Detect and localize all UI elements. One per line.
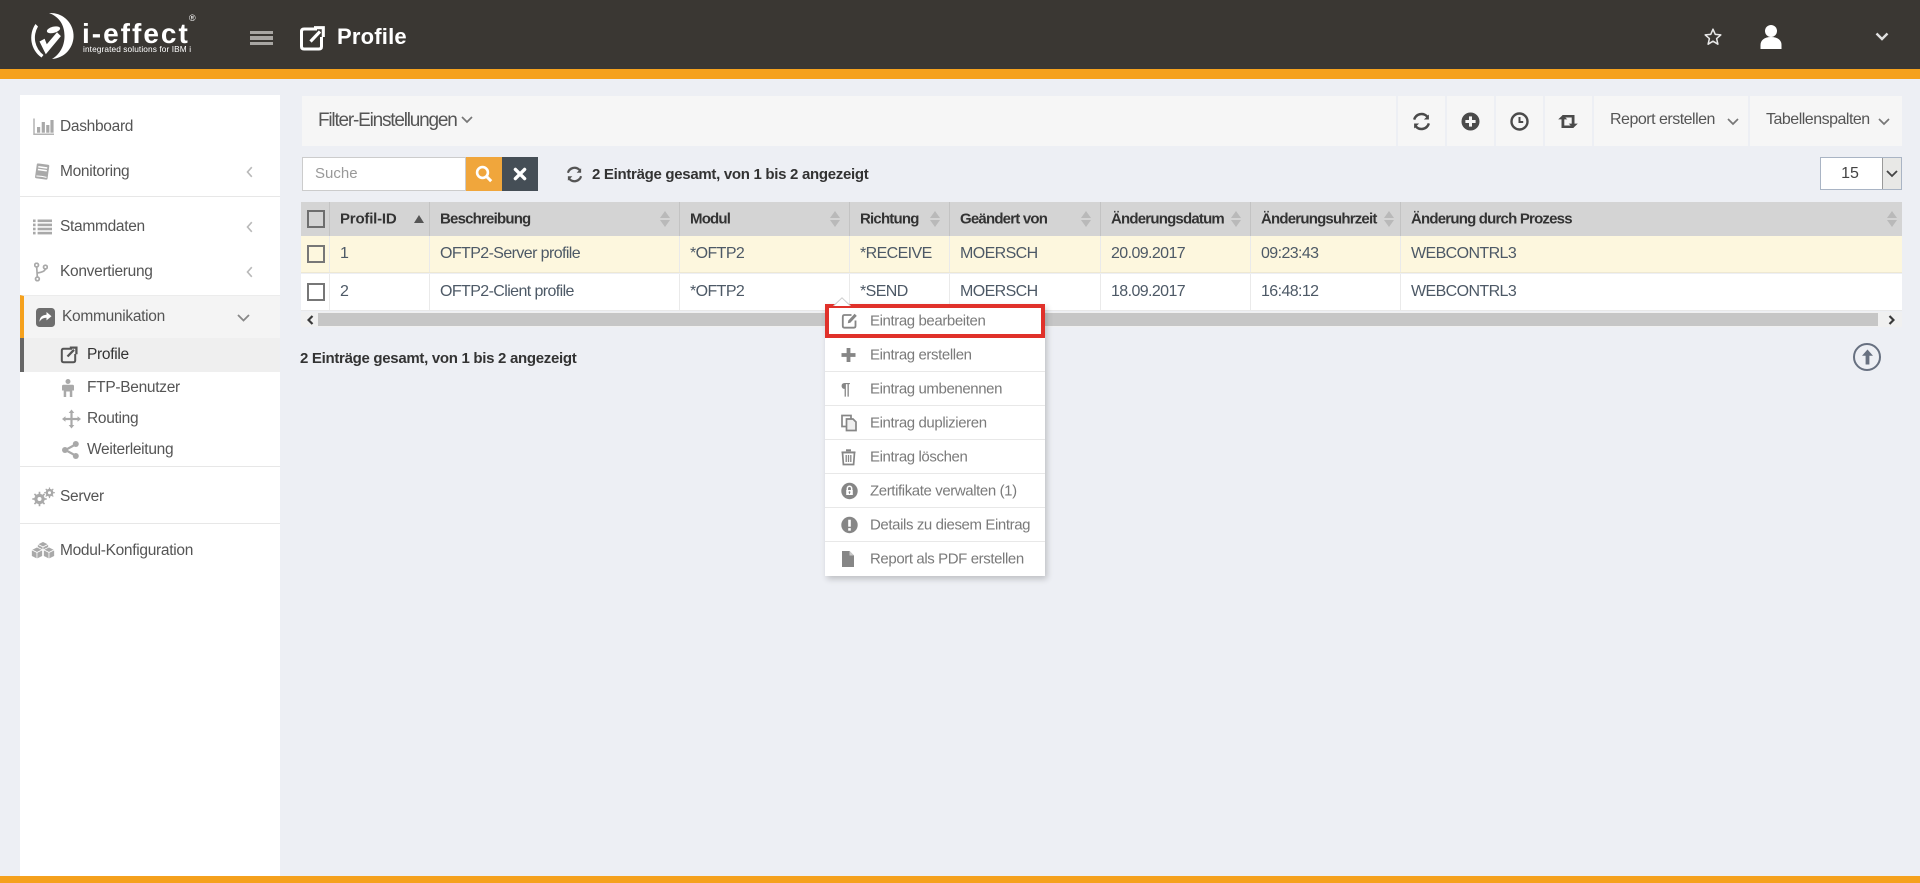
svg-text:integrated solutions for IBM i: integrated solutions for IBM i	[83, 44, 191, 54]
svg-text:®: ®	[189, 13, 196, 23]
